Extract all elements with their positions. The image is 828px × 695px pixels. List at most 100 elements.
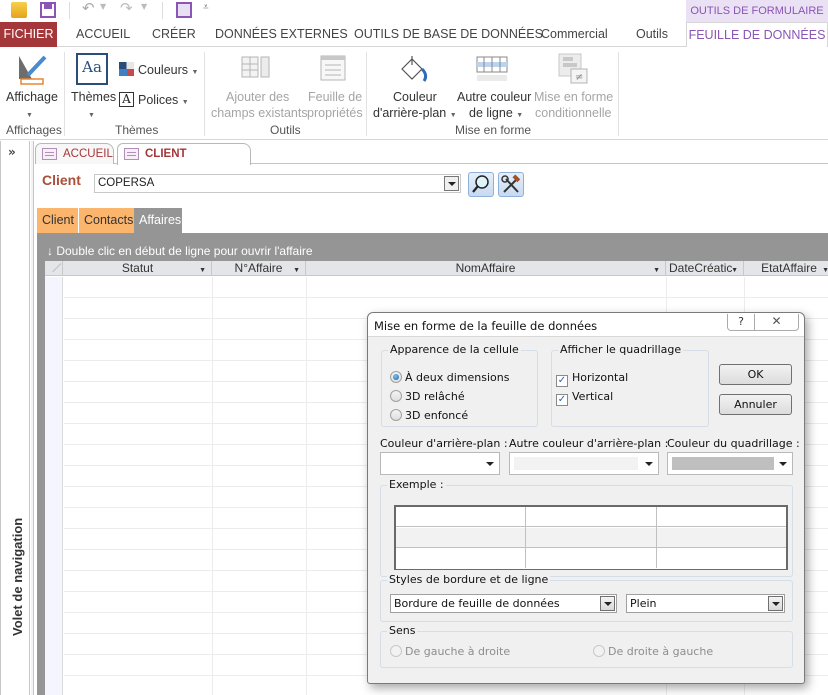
customize-toolbar-icon[interactable]: ⩡ xyxy=(203,2,209,13)
tab-creer[interactable]: CRÉER xyxy=(144,22,204,47)
chevron-down-icon[interactable]: ▼ xyxy=(822,264,828,276)
color-swatch xyxy=(385,457,481,470)
save-icon[interactable] xyxy=(40,2,56,18)
group-separator xyxy=(366,52,367,136)
expand-nav-icon[interactable]: » xyxy=(8,145,16,159)
checkbox-label: Vertical xyxy=(572,390,614,403)
help-icon[interactable]: ? xyxy=(727,314,755,331)
client-combo-value: COPERSA xyxy=(98,177,155,189)
sample-legend: Exemple : xyxy=(387,478,446,491)
checkbox-horizontal[interactable]: ✓ Horizontal xyxy=(556,371,628,387)
close-icon[interactable]: ✕ xyxy=(755,314,799,331)
border-styles-legend: Styles de bordure et de ligne xyxy=(387,573,551,586)
chevron-down-icon[interactable]: ▼ xyxy=(293,264,300,276)
direction-group: Sens De gauche à droite De droite à gauc… xyxy=(380,624,793,668)
color-swatch xyxy=(514,457,638,470)
mef-label-2: conditionnelle xyxy=(535,106,612,120)
chevron-down-icon[interactable] xyxy=(768,596,783,611)
radio-3d-raised[interactable]: 3D relâché xyxy=(390,390,465,403)
radio-ltr: De gauche à droite xyxy=(390,645,510,658)
themes-label: Thèmes xyxy=(71,90,117,104)
chevron-down-icon xyxy=(486,462,494,466)
search-button[interactable] xyxy=(468,172,494,197)
tools-icon xyxy=(501,174,521,193)
ajouter-label-1: Ajouter des xyxy=(226,90,290,104)
tab-feuille-de-donnees[interactable]: FEUILLE DE DONNÉES xyxy=(686,22,828,48)
column-gridline xyxy=(306,277,307,695)
record-selector-column[interactable] xyxy=(45,277,63,695)
radio-2d[interactable]: À deux dimensions xyxy=(390,371,509,384)
column-header-etataffaire[interactable]: EtatAffaire ▼ xyxy=(744,261,828,276)
form-view-icon[interactable] xyxy=(176,2,192,18)
ribbon-tabs: FICHIER ACCUEIL CRÉER DONNÉES EXTERNES O… xyxy=(0,22,828,48)
radio-label: De droite à gauche xyxy=(608,645,714,658)
doc-tab-accueil[interactable]: ACCUEIL xyxy=(35,143,114,164)
ok-button[interactable]: OK xyxy=(719,364,792,385)
conditional-format-icon: ≠ xyxy=(558,53,588,84)
tools-button[interactable] xyxy=(498,172,524,197)
chevron-down-icon[interactable]: ▼ xyxy=(199,264,206,276)
alt-bg-color-dropdown[interactable] xyxy=(509,452,659,475)
chevron-down-icon[interactable] xyxy=(600,596,615,611)
column-header-datecreation[interactable]: DateCréatic ▼ xyxy=(666,261,744,276)
cell-appearance-group: Apparence de la cellule À deux dimension… xyxy=(381,343,538,427)
chevron-down-icon[interactable]: ▼ xyxy=(731,264,738,276)
sample-row xyxy=(396,507,786,527)
border-element-select[interactable]: Bordure de feuille de données xyxy=(390,594,617,613)
sample-preview xyxy=(394,505,788,570)
select-all-corner[interactable] xyxy=(45,261,63,276)
radio-icon xyxy=(390,409,402,421)
redo-icon[interactable]: ↷ xyxy=(120,0,136,17)
datasheet-format-dialog: Mise en forme de la feuille de données ?… xyxy=(367,312,805,684)
chevron-down-icon xyxy=(779,462,787,466)
access-app-icon[interactable] xyxy=(11,2,27,18)
bg-color-dropdown[interactable] xyxy=(380,452,500,475)
column-gridline xyxy=(212,277,213,695)
radio-label: À deux dimensions xyxy=(405,371,510,384)
tab-outils[interactable]: Outils xyxy=(628,22,676,47)
column-header-naffaire[interactable]: N°Affaire ▼ xyxy=(212,261,306,276)
column-header-statut[interactable]: Statut ▼ xyxy=(64,261,212,276)
form-tab-contacts[interactable]: Contacts xyxy=(78,208,139,233)
radio-3d-sunken[interactable]: 3D enfoncé xyxy=(390,409,468,422)
grid-color-dropdown[interactable] xyxy=(667,452,793,475)
radio-label: 3D enfoncé xyxy=(405,409,469,422)
checkbox-vertical[interactable]: ✓ Vertical xyxy=(556,390,613,406)
form-tab-affaires[interactable]: Affaires xyxy=(134,208,182,233)
feuille-label-1: Feuille de xyxy=(308,90,363,104)
sample-row xyxy=(396,528,786,548)
property-sheet-icon xyxy=(320,55,346,81)
tab-accueil[interactable]: ACCUEIL xyxy=(68,22,138,47)
tab-outils-base-donnees[interactable]: OUTILS DE BASE DE DONNÉES xyxy=(346,22,551,47)
chevron-down-icon[interactable] xyxy=(444,176,459,191)
column-header-nomaffaire[interactable]: NomAffaire ▼ xyxy=(306,261,666,276)
chevron-down-icon[interactable]: ▼ xyxy=(653,264,660,276)
search-icon xyxy=(472,175,489,193)
context-tab-label: OUTILS DE FORMULAIRE xyxy=(686,0,828,22)
undo-icon[interactable]: ↶ xyxy=(82,0,98,17)
redo-dropdown-icon[interactable]: ▼ xyxy=(141,2,147,11)
tab-fichier[interactable]: FICHIER xyxy=(0,22,57,47)
add-fields-icon xyxy=(241,56,270,78)
form-tab-client[interactable]: Client xyxy=(37,208,79,233)
tab-donnees-externes[interactable]: DONNÉES EXTERNES xyxy=(207,22,356,47)
couleur-label-2: d'arrière-plan ▼ xyxy=(373,106,457,120)
alternate-row-color-icon xyxy=(476,56,508,81)
border-style-select[interactable]: Plein xyxy=(626,594,785,613)
tab-commercial[interactable]: Commercial xyxy=(533,22,616,47)
dialog-titlebar[interactable]: Mise en forme de la feuille de données ?… xyxy=(368,313,804,337)
chevron-down-icon: ▼ xyxy=(88,112,95,119)
svg-text:≠: ≠ xyxy=(575,72,583,83)
sample-row xyxy=(396,549,786,569)
navigation-pane-label[interactable]: Volet de navigation xyxy=(10,518,25,636)
client-combo[interactable]: COPERSA xyxy=(94,174,461,193)
radio-icon xyxy=(390,390,402,402)
select-value: Bordure de feuille de données xyxy=(394,597,560,610)
datasheet-header: Statut ▼ N°Affaire ▼ NomAffaire ▼ DateCréat… xyxy=(45,261,828,276)
gridlines-group: Afficher le quadrillage ✓ Horizontal ✓ Ver… xyxy=(551,343,709,427)
cancel-button[interactable]: Annuler xyxy=(719,394,792,415)
doc-tab-client-copersa[interactable]: CLIENT COPERSA... xyxy=(117,143,251,180)
document-tabs: ACCUEIL CLIENT COPERSA... xyxy=(35,141,828,180)
colors-icon xyxy=(119,62,134,76)
undo-dropdown-icon[interactable]: ▼ xyxy=(100,2,106,11)
